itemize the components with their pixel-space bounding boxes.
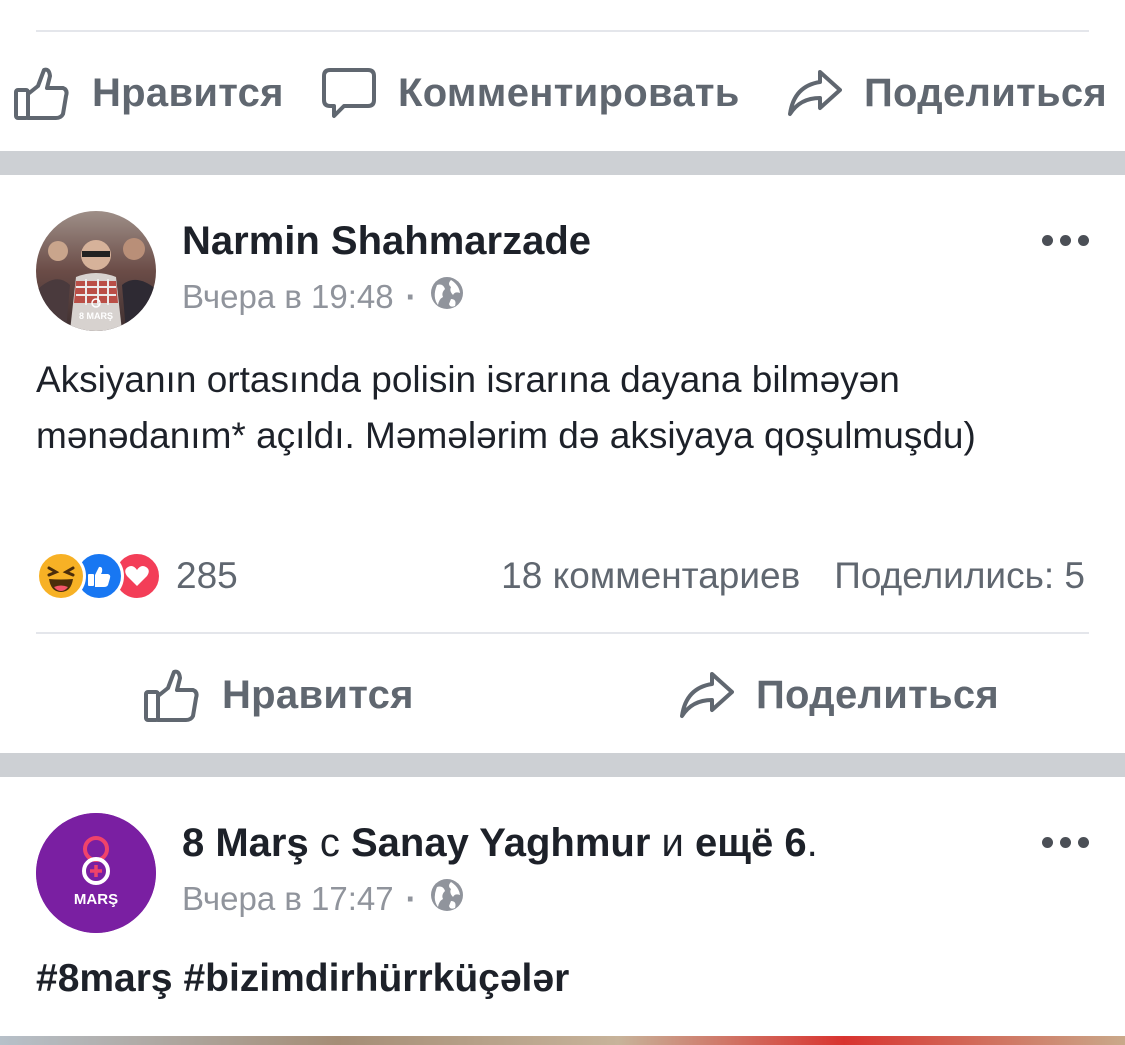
share-count-link[interactable]: Поделились: 5 — [834, 555, 1085, 597]
page-name[interactable]: 8 Marş — [182, 821, 309, 865]
share-button[interactable]: Поделиться — [788, 62, 1107, 124]
reaction-count: 285 — [176, 555, 238, 596]
with-word: с — [319, 821, 340, 865]
more-dots-icon[interactable] — [1042, 837, 1089, 848]
meta-dot: · — [405, 278, 417, 315]
like-label: Нравится — [92, 70, 284, 115]
avatar[interactable]: 8 MARŞ — [36, 211, 156, 331]
tagged-person[interactable]: Sanay Yaghmur — [351, 821, 650, 865]
avatar-badge-text: 8 MARŞ — [79, 311, 113, 321]
post-hashtags[interactable]: #8marş #bizimdirhürrküçələr — [36, 957, 569, 1001]
meta-dot: · — [405, 880, 417, 917]
post-meta: Вчера в 19:48 · — [182, 275, 465, 319]
comment-label: Комментировать — [398, 70, 740, 115]
haha-reaction-icon — [36, 551, 86, 601]
post-author[interactable]: Narmin Shahmarzade — [182, 219, 591, 264]
feed-separator — [0, 151, 1125, 175]
top-divider — [36, 30, 1089, 32]
share-arrow-icon — [788, 68, 842, 118]
others-link[interactable]: ещё 6 — [695, 821, 807, 865]
and-word: и — [661, 821, 684, 865]
thumbs-up-icon — [144, 666, 200, 724]
comment-count-link[interactable]: 18 комментариев — [501, 555, 800, 597]
like-button[interactable]: Нравится — [144, 664, 414, 726]
globe-icon — [429, 275, 465, 319]
top-action-bar: Нравится Комментировать Поделиться — [0, 62, 1125, 124]
post-photo[interactable] — [0, 1036, 1125, 1045]
share-arrow-icon — [680, 670, 734, 720]
more-dots-icon[interactable] — [1042, 235, 1089, 246]
share-label: Поделиться — [756, 672, 1000, 717]
post2-header: MARŞ 8 Marş с Sanay Yaghmur и ещё 6. Вче… — [36, 813, 1089, 943]
page-avatar-label: MARŞ — [74, 891, 118, 908]
globe-icon — [429, 877, 465, 921]
reaction-summary[interactable]: 285 — [36, 551, 238, 601]
thumbs-up-icon — [14, 64, 70, 122]
comment-bubble-icon — [322, 66, 376, 120]
post-timestamp[interactable]: Вчера в 19:48 — [182, 278, 394, 316]
page-avatar[interactable]: MARŞ — [36, 813, 156, 933]
share-label: Поделиться — [864, 70, 1108, 115]
share-button[interactable]: Поделиться — [680, 664, 999, 726]
post1-action-divider — [36, 632, 1089, 634]
post-author-line: 8 Marş с Sanay Yaghmur и ещё 6. — [182, 821, 818, 866]
like-label: Нравится — [222, 672, 414, 717]
author-period: . — [806, 821, 818, 865]
post-meta: Вчера в 17:47 · — [182, 877, 465, 921]
comment-button[interactable]: Комментировать — [322, 62, 740, 124]
post1-header: 8 MARŞ Narmin Shahmarzade Вчера в 19:48 … — [36, 211, 1089, 341]
post-stats: 285 18 комментариев Поделились: 5 — [36, 546, 1085, 606]
like-button[interactable]: Нравится — [14, 62, 284, 124]
post1-action-bar: Нравится Поделиться — [0, 664, 1125, 726]
feed-separator — [0, 753, 1125, 777]
post-body-text: Aksiyanın ortasında polisin israrına day… — [36, 359, 976, 456]
post-timestamp[interactable]: Вчера в 17:47 — [182, 880, 394, 918]
